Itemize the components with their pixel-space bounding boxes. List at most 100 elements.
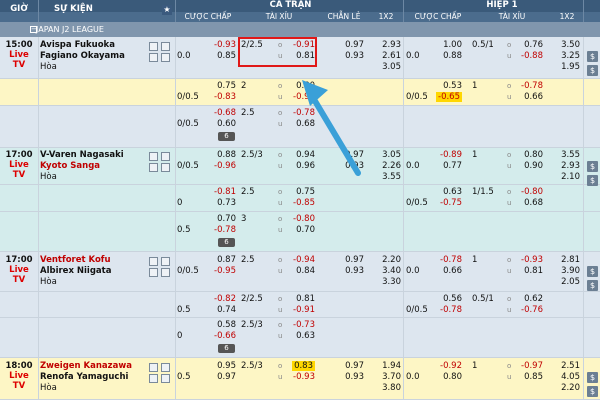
- tv-link[interactable]: TV: [1, 60, 37, 71]
- h1-handicap-home-odds[interactable]: 0.56: [432, 294, 462, 305]
- under-odds[interactable]: 0.63: [285, 331, 315, 342]
- col-h1-over-under-header[interactable]: TÀI XỈU: [472, 12, 552, 21]
- home-team[interactable]: Ventforet Kofu: [40, 255, 150, 266]
- handicap-home-odds[interactable]: -0.81: [206, 187, 236, 198]
- stats-icon[interactable]: [149, 152, 158, 161]
- h1-draw-odds[interactable]: 2.10: [550, 172, 580, 183]
- handicap-away-odds[interactable]: 0.73: [206, 198, 236, 209]
- away-team[interactable]: Fagiano Okayama: [40, 51, 150, 62]
- away-team[interactable]: Renofa Yamaguchi: [40, 372, 150, 383]
- odd-odds[interactable]: 0.97: [334, 255, 364, 266]
- col-over-under-header[interactable]: TÀI XỈU: [240, 12, 318, 21]
- over-odds[interactable]: 0.75: [285, 187, 315, 198]
- over-odds[interactable]: -0.94: [285, 255, 315, 266]
- handicap-away-odds[interactable]: 0.97: [206, 372, 236, 383]
- draw-odds[interactable]: 3.55: [371, 172, 401, 183]
- stats-icon[interactable]: [149, 53, 158, 62]
- away-team[interactable]: Albirex Niigata: [40, 266, 150, 277]
- handicap-home-odds[interactable]: -0.68: [206, 108, 236, 119]
- pitch-icon[interactable]: [161, 163, 170, 172]
- handicap-away-odds[interactable]: 0.74: [206, 305, 236, 316]
- more-lines-badge[interactable]: 6: [218, 344, 235, 353]
- favorite-star-icon[interactable]: ★: [162, 5, 172, 15]
- odd-odds[interactable]: 0.97: [334, 40, 364, 51]
- h1-handicap-home-odds[interactable]: -0.92: [432, 361, 462, 372]
- h1-handicap-away-odds[interactable]: 0.80: [432, 372, 462, 383]
- pitch-icon[interactable]: [161, 268, 170, 277]
- handicap-home-odds[interactable]: 0.58: [206, 320, 236, 331]
- over-odds[interactable]: 0.81: [285, 294, 315, 305]
- stats-icon[interactable]: [149, 257, 158, 266]
- over-odds[interactable]: -0.73: [285, 320, 315, 331]
- draw-odds[interactable]: 3.30: [371, 277, 401, 288]
- under-odds[interactable]: -0.91: [285, 305, 315, 316]
- h1-handicap-away-odds[interactable]: -0.75: [432, 198, 462, 209]
- handicap-away-odds[interactable]: -0.95: [206, 266, 236, 277]
- handicap-home-odds[interactable]: 0.95: [206, 361, 236, 372]
- handicap-away-odds[interactable]: 0.60: [206, 119, 236, 130]
- pitch-icon[interactable]: [161, 363, 170, 372]
- col-h1-handicap-header[interactable]: CƯỢC CHẤP: [404, 12, 472, 21]
- h1-under-odds[interactable]: 0.85: [513, 372, 543, 383]
- under-odds[interactable]: 0.70: [285, 225, 315, 236]
- h1-over-odds[interactable]: -0.78: [513, 81, 543, 92]
- h1-home-win-odds[interactable]: 2.51: [550, 361, 580, 372]
- league-header[interactable]: JAPAN J2 LEAGUE: [0, 22, 600, 37]
- draw-odds[interactable]: 3.80: [371, 383, 401, 394]
- stats-icon[interactable]: [149, 163, 158, 172]
- stats-icon[interactable]: [149, 374, 158, 383]
- h1-home-win-odds[interactable]: 3.50: [550, 40, 580, 51]
- col-handicap-header[interactable]: CƯỢC CHẤP: [178, 12, 238, 21]
- h1-under-odds[interactable]: 0.90: [513, 161, 543, 172]
- h1-away-win-odds[interactable]: 3.25: [550, 51, 580, 62]
- over-odds[interactable]: 0.83: [285, 361, 315, 372]
- h1-over-odds[interactable]: 0.80: [513, 150, 543, 161]
- h1-handicap-away-odds[interactable]: 0.66: [432, 266, 462, 277]
- away-team[interactable]: Kyoto Sanga: [40, 161, 150, 172]
- h1-under-odds[interactable]: -0.76: [513, 305, 543, 316]
- handicap-home-odds[interactable]: 0.75: [206, 81, 236, 92]
- pitch-icon[interactable]: [161, 53, 170, 62]
- even-odds[interactable]: 0.93: [334, 372, 364, 383]
- pitch-icon[interactable]: [161, 42, 170, 51]
- tv-link[interactable]: TV: [1, 381, 37, 392]
- even-odds[interactable]: 0.93: [334, 51, 364, 62]
- home-team[interactable]: Avispa Fukuoka: [40, 40, 150, 51]
- bet-dollar-icon[interactable]: $: [587, 65, 598, 76]
- h1-home-win-odds[interactable]: 2.81: [550, 255, 580, 266]
- collapse-icon[interactable]: −: [30, 26, 37, 33]
- h1-under-odds[interactable]: 0.66: [513, 92, 543, 103]
- tv-link[interactable]: TV: [1, 170, 37, 181]
- handicap-away-odds[interactable]: -0.96: [206, 161, 236, 172]
- handicap-away-odds[interactable]: -0.83: [206, 92, 236, 103]
- h1-handicap-away-odds[interactable]: -0.78: [432, 305, 462, 316]
- h1-handicap-home-odds[interactable]: 0.53: [432, 81, 462, 92]
- pitch-icon[interactable]: [161, 152, 170, 161]
- odd-odds[interactable]: 0.97: [334, 361, 364, 372]
- h1-handicap-away-odds[interactable]: 0.88: [432, 51, 462, 62]
- bet-dollar-icon[interactable]: $: [587, 372, 598, 383]
- h1-over-odds[interactable]: 0.62: [513, 294, 543, 305]
- more-lines-badge[interactable]: 6: [218, 238, 235, 247]
- under-odds[interactable]: 0.84: [285, 266, 315, 277]
- handicap-home-odds[interactable]: 0.88: [206, 150, 236, 161]
- h1-handicap-home-odds[interactable]: 1.00: [432, 40, 462, 51]
- h1-over-odds[interactable]: -0.93: [513, 255, 543, 266]
- h1-draw-odds[interactable]: 1.95: [550, 62, 580, 73]
- even-odds[interactable]: 0.93: [334, 266, 364, 277]
- h1-over-odds[interactable]: 0.76: [513, 40, 543, 51]
- over-odds[interactable]: -0.80: [285, 214, 315, 225]
- handicap-home-odds[interactable]: 0.87: [206, 255, 236, 266]
- col-odd-even-header[interactable]: CHẴN LẺ: [320, 12, 368, 21]
- handicap-home-odds[interactable]: -0.82: [206, 294, 236, 305]
- home-win-odds[interactable]: 1.94: [371, 361, 401, 372]
- pitch-icon[interactable]: [161, 257, 170, 266]
- h1-handicap-home-odds[interactable]: 0.63: [432, 187, 462, 198]
- h1-draw-odds[interactable]: 2.05: [550, 277, 580, 288]
- draw-odds[interactable]: 3.05: [371, 62, 401, 73]
- under-odds[interactable]: -0.85: [285, 198, 315, 209]
- bet-dollar-icon[interactable]: $: [587, 175, 598, 186]
- stats-icon[interactable]: [149, 268, 158, 277]
- h1-away-win-odds[interactable]: 3.90: [550, 266, 580, 277]
- bet-dollar-icon[interactable]: $: [587, 266, 598, 277]
